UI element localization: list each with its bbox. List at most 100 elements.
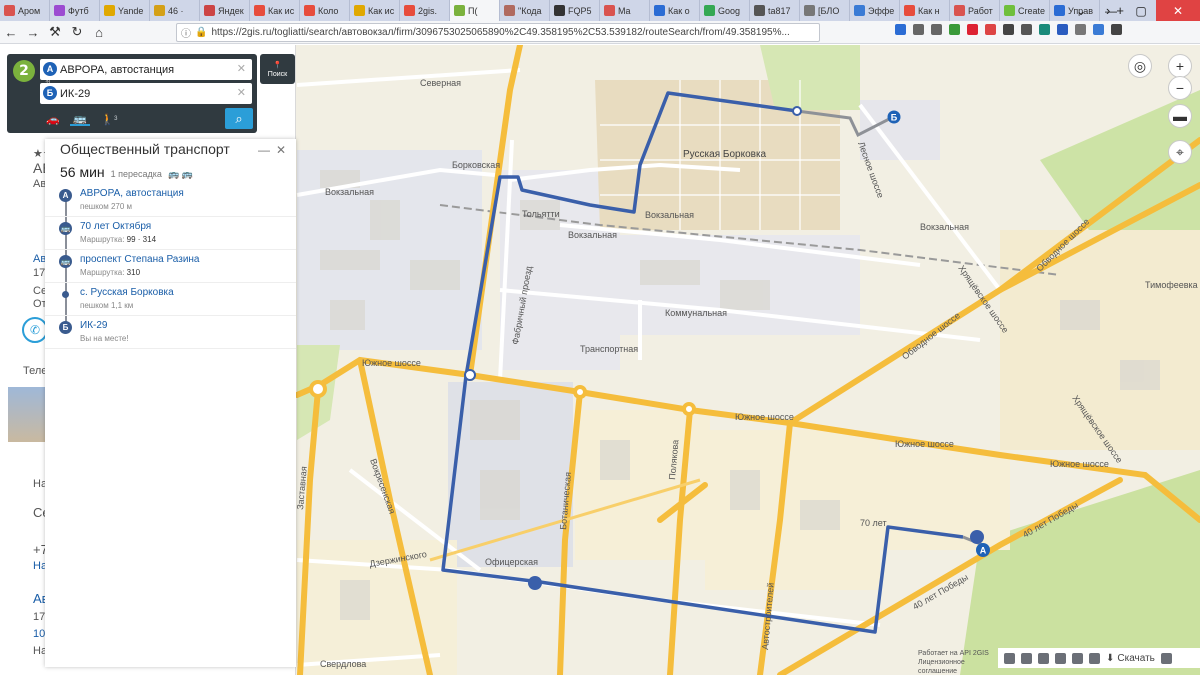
browser-tab[interactable]: Ma [600, 0, 650, 21]
point-b-icon: Б [59, 321, 72, 334]
close-window-button[interactable]: ✕ [1156, 0, 1200, 21]
reload-icon[interactable]: ↻ [66, 21, 88, 43]
route-step[interactable]: с. Русская Борковка пешком 1,1 км [45, 283, 296, 316]
extension-gray-icon[interactable] [1075, 24, 1086, 35]
browser-tab[interactable]: Яндек [200, 0, 250, 21]
browser-tab[interactable]: ta817 [750, 0, 800, 21]
browser-tab[interactable]: 2gis. [400, 0, 450, 21]
bus-mode-icon[interactable]: 🚌 [70, 112, 90, 126]
route-to-input[interactable]: Б ИК-29 ✕ [40, 83, 252, 104]
route-search-box: 2 А АВРОРА, автостанция ✕ ⇅ Б ИК-29 ✕ 🚗 … [7, 54, 257, 133]
browser-tab[interactable]: "Кода [500, 0, 550, 21]
street-label: Южное шоссе [362, 358, 421, 368]
browser-tab[interactable]: [БЛО [800, 0, 850, 21]
minimize-card-icon[interactable]: — [258, 143, 270, 157]
key-icon[interactable] [1021, 24, 1032, 35]
print-icon[interactable] [1089, 652, 1100, 664]
library-icon[interactable] [913, 24, 924, 35]
browser-tab[interactable]: П( [450, 0, 500, 21]
shield-icon[interactable] [985, 24, 996, 35]
step-name[interactable]: 70 лет Октября [80, 221, 151, 232]
step-name[interactable]: ИК-29 [80, 320, 107, 331]
browser-tab[interactable]: Коло [300, 0, 350, 21]
home-icon[interactable]: ⌂ [88, 21, 110, 43]
like-icon[interactable] [1021, 652, 1032, 664]
minimize-button[interactable]: — [1096, 0, 1126, 21]
tools-icon[interactable]: ⚒ [44, 21, 66, 43]
browser-tab[interactable]: Как н [900, 0, 950, 21]
extension-red-icon[interactable] [967, 24, 978, 35]
browser-tab[interactable]: Работ [950, 0, 1000, 21]
step-name[interactable]: проспект Степана Разина [80, 254, 200, 265]
point-a-icon: А [59, 189, 72, 202]
extension-dark-icon[interactable] [1003, 24, 1014, 35]
browser-tab[interactable]: FQP5 [550, 0, 600, 21]
extension-teal-icon[interactable] [1039, 24, 1050, 35]
poisk-button[interactable]: 📍 Поиск [260, 54, 295, 84]
maximize-button[interactable]: ▢ [1126, 0, 1156, 21]
extension-shield-blue-icon[interactable] [1093, 24, 1104, 35]
tab-label: FQP5 [568, 5, 592, 16]
menu-icon[interactable] [1111, 24, 1122, 35]
2gis-logo: 2 [13, 60, 35, 82]
tab-favicon-icon [1054, 5, 1065, 16]
walk-mode-icon[interactable]: 🚶 3 [99, 112, 119, 126]
browser-tab[interactable]: Yande [100, 0, 150, 21]
geolocation-button[interactable]: ⌖ [1168, 140, 1192, 164]
compass-button[interactable]: ◎ [1128, 54, 1152, 78]
route-from-input[interactable]: А АВРОРА, автостанция ✕ [40, 59, 252, 80]
photo-thumbnail[interactable] [8, 387, 45, 442]
step-subtitle: Маршрутка: 310 [80, 268, 141, 277]
clear-from-icon[interactable]: ✕ [237, 62, 246, 75]
street-label: Транспортная [580, 344, 638, 354]
step-name[interactable]: с. Русская Борковка [80, 287, 174, 298]
tab-label: Goog [718, 5, 741, 16]
clear-to-icon[interactable]: ✕ [237, 86, 246, 99]
browser-tab[interactable]: Футб [50, 0, 100, 21]
tab-favicon-icon [704, 5, 715, 16]
share-icon[interactable] [1055, 652, 1066, 664]
browser-tab[interactable]: Эффе [850, 0, 900, 21]
browser-tab[interactable]: Как ис [250, 0, 300, 21]
tab-label: Аром [18, 5, 41, 16]
download-icon[interactable] [895, 24, 906, 35]
download-button[interactable]: ⬇ Скачать [1106, 653, 1155, 664]
user-icon[interactable] [1004, 652, 1015, 664]
zoom-out-button[interactable]: − [1168, 76, 1192, 100]
notifications-icon[interactable] [1160, 652, 1172, 664]
route-step[interactable]: А АВРОРА, автостанция пешком 270 м [45, 184, 296, 217]
search-button[interactable]: ⌕ [225, 108, 253, 129]
chat-icon[interactable] [1038, 652, 1049, 664]
browser-tab[interactable]: Как о [650, 0, 700, 21]
browser-tab[interactable]: Create [1000, 0, 1050, 21]
extension-blue-icon[interactable] [1057, 24, 1068, 35]
download-app-icon: ⬇ [1106, 652, 1115, 664]
route-step[interactable]: Б ИК-29 Вы на месте! [45, 316, 296, 349]
step-name[interactable]: АВРОРА, автостанция [80, 188, 184, 199]
ruler-button[interactable]: ▬ [1168, 104, 1192, 128]
tab-label: Create [1018, 5, 1046, 16]
browser-tab[interactable]: Как ис [350, 0, 400, 21]
duration-value: 56 мин [60, 164, 105, 180]
close-card-icon[interactable]: ✕ [276, 143, 286, 157]
sidebar-icon[interactable] [931, 24, 942, 35]
browser-tab[interactable]: Аром [0, 0, 50, 21]
api-text: Работает на API 2GIS [918, 650, 989, 657]
mail-icon[interactable] [1072, 652, 1083, 664]
bg-line: 10 [33, 628, 46, 640]
tab-favicon-icon [554, 5, 565, 16]
route-step[interactable]: 🚌 проспект Степана Разина Маршрутка: 310 [45, 250, 296, 283]
zoom-in-button[interactable]: + [1168, 54, 1192, 78]
back-icon[interactable]: ← [0, 21, 22, 43]
route-step[interactable]: 🚌 70 лет Октября Маршрутка: 99 · 314 [45, 217, 296, 250]
address-bar[interactable]: ⓘ 🔒 https://2gis.ru/togliatti/search/авт… [176, 23, 820, 42]
extension-green-icon[interactable] [949, 24, 960, 35]
browser-tab[interactable]: Goog [700, 0, 750, 21]
browser-tab[interactable]: 46 · [150, 0, 200, 21]
tab-label: Как ис [268, 5, 295, 16]
car-mode-icon[interactable]: 🚗 [43, 112, 63, 126]
tab-favicon-icon [454, 5, 465, 16]
tab-list-icon[interactable]: ⌄ [1066, 0, 1096, 21]
license-link[interactable]: Лицензионное соглашение [918, 658, 998, 676]
forward-icon[interactable]: → [22, 21, 44, 43]
